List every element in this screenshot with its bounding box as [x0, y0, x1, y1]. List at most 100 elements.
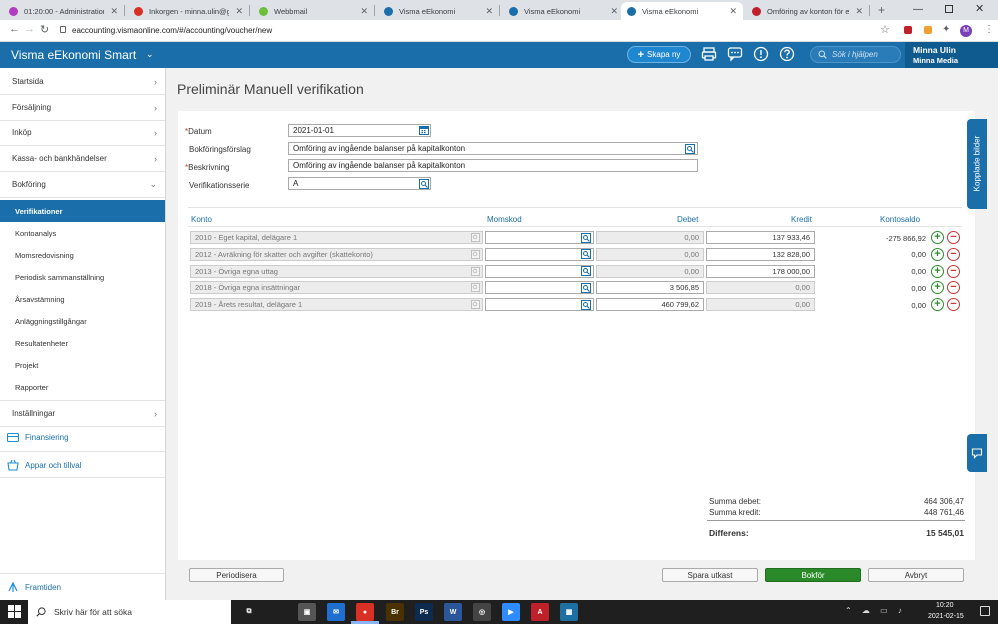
window-minimize-icon[interactable]: — — [913, 4, 923, 15]
book-button[interactable]: Bokför — [765, 568, 861, 582]
browser-tab[interactable]: Webbmail ✕ — [253, 2, 374, 20]
back-icon[interactable]: ← — [9, 23, 20, 35]
add-row-icon[interactable]: + — [931, 264, 944, 278]
acrobat-icon[interactable]: A — [531, 603, 549, 621]
sidebar-item-settings[interactable]: Inställningar › — [0, 401, 165, 426]
extension-icon[interactable] — [904, 26, 912, 34]
browser-menu-icon[interactable]: ⋮ — [984, 24, 994, 35]
browser-tab[interactable]: Visma eEkonomi ✕ — [378, 2, 499, 20]
account-cell[interactable]: 2019 - Årets resultat, delägare 1 — [190, 298, 483, 312]
sidebar-item-finance[interactable]: Finansiering — [7, 432, 69, 443]
series-input[interactable]: A — [288, 177, 431, 190]
series-lookup-icon[interactable] — [419, 179, 429, 189]
vat-lookup-icon[interactable] — [581, 266, 591, 277]
remote-icon[interactable]: ◎ — [473, 603, 491, 621]
tab-close-icon[interactable]: ✕ — [360, 6, 368, 17]
sidebar-subitem[interactable]: Verifikationer — [0, 200, 165, 222]
taskbar-search-input[interactable]: Skriv här för att söka — [28, 600, 231, 624]
debit-input[interactable]: 0,00 — [596, 264, 704, 278]
clock-time[interactable]: 10:20 — [936, 602, 954, 609]
new-tab-button[interactable]: + — [878, 3, 885, 17]
debit-input[interactable]: 460 799,62 — [596, 298, 704, 312]
profile-avatar[interactable]: M — [960, 25, 972, 37]
proposal-lookup-icon[interactable] — [685, 144, 695, 154]
proposal-input[interactable]: Omföring av ingående balanser på kapital… — [288, 142, 698, 155]
clock-date[interactable]: 2021-02-15 — [928, 613, 964, 620]
tab-close-icon[interactable]: ✕ — [235, 6, 243, 17]
vat-code-input[interactable] — [485, 264, 594, 278]
tab-close-icon[interactable]: ✕ — [110, 6, 118, 17]
vat-code-input[interactable] — [485, 281, 594, 295]
vat-lookup-icon[interactable] — [581, 282, 591, 293]
store-icon[interactable]: ▣ — [298, 603, 316, 621]
account-cell[interactable]: 2018 - Övriga egna insättningar — [190, 281, 483, 295]
periodize-button[interactable]: Periodisera — [189, 568, 284, 582]
browser-tab[interactable]: Visma eEkonomi ✕ — [503, 2, 624, 20]
chat-button[interactable] — [967, 434, 987, 472]
reload-icon[interactable]: ↻ — [40, 23, 49, 36]
bookmark-star-icon[interactable]: ☆ — [880, 23, 890, 36]
add-row-icon[interactable]: + — [931, 247, 944, 261]
date-input[interactable]: 2021-01-01 — [288, 124, 431, 137]
debit-input[interactable]: 3 506,85 — [596, 281, 704, 295]
sidebar-subitem[interactable]: Anläggningstillgångar — [0, 310, 165, 332]
create-new-button[interactable]: + Skapa ny — [627, 46, 691, 63]
description-input[interactable]: Omföring av ingående balanser på kapital… — [288, 159, 698, 172]
account-cell[interactable]: 2010 - Eget kapital, delägare 1 — [190, 231, 483, 244]
photoshop-icon[interactable]: Ps — [415, 603, 433, 621]
credit-input[interactable]: 0,00 — [706, 298, 815, 312]
window-close-icon[interactable]: ✕ — [975, 2, 984, 15]
rss-icon[interactable] — [924, 26, 932, 34]
app-title[interactable]: Visma eEkonomi Smart — [11, 48, 136, 62]
alert-icon[interactable] — [753, 46, 769, 62]
browser-tab[interactable]: Visma eEkonomi ✕ — [621, 2, 743, 20]
browser-tab[interactable]: 01:20:00 - Administration · ✕ — [3, 2, 124, 20]
sidebar-item-bokforing[interactable]: Bokföring ⌄ — [0, 172, 165, 197]
credit-input[interactable]: 178 000,00 — [706, 264, 815, 278]
sidebar-subitem[interactable]: Periodisk sammanställning — [0, 266, 165, 288]
vat-lookup-icon[interactable] — [581, 249, 591, 260]
help-search-input[interactable]: Sök i hjälpen — [810, 46, 901, 63]
user-name[interactable]: Minna Ulin — [913, 45, 956, 55]
sidebar-item-apps[interactable]: Appar och tillval — [7, 459, 81, 471]
remove-row-icon[interactable]: − — [947, 264, 960, 278]
sidebar-subitem[interactable]: Resultatenheter — [0, 332, 165, 354]
sidebar-subitem[interactable]: Projekt — [0, 354, 165, 376]
tab-close-icon[interactable]: ✕ — [610, 6, 618, 17]
browser-tab[interactable]: Omföring av konton för eg ✕ — [746, 2, 869, 20]
account-cell[interactable]: 2013 - Övriga egna uttag — [190, 264, 483, 278]
windows-start-icon[interactable] — [8, 605, 21, 618]
mail-icon[interactable]: ✉ — [327, 603, 345, 621]
debit-input[interactable]: 0,00 — [596, 231, 704, 244]
vat-code-input[interactable] — [485, 247, 594, 261]
browser-tab[interactable]: Inkorgen - minna.ulin@gm ✕ — [128, 2, 249, 20]
puzzle-icon[interactable]: ✦ — [942, 24, 950, 35]
sidebar-subitem[interactable]: Rapporter — [0, 376, 165, 398]
vat-lookup-icon[interactable] — [581, 232, 591, 243]
bridge-icon[interactable]: Br — [386, 603, 404, 621]
url-field[interactable]: eaccounting.vismaonline.com/#/accounting… — [72, 26, 272, 35]
tab-close-icon[interactable]: ✕ — [485, 6, 493, 17]
credit-input[interactable]: 137 933,46 — [706, 231, 815, 244]
sidebar-item-startsida[interactable]: Startsida › — [0, 69, 165, 94]
company-name[interactable]: Minna Media — [913, 56, 958, 65]
app-switch-chevron-icon[interactable]: ⌄ — [146, 49, 154, 60]
sidebar-subitem[interactable]: Kontoanalys — [0, 222, 165, 244]
forward-icon[interactable]: → — [24, 23, 35, 35]
remove-row-icon[interactable]: − — [947, 231, 960, 244]
credit-input[interactable]: 0,00 — [706, 281, 815, 295]
tab-close-icon[interactable]: ✕ — [855, 6, 863, 17]
cancel-button[interactable]: Avbryt — [868, 568, 964, 582]
calendar-icon[interactable] — [419, 125, 429, 135]
add-row-icon[interactable]: + — [931, 231, 944, 244]
vat-lookup-icon[interactable] — [581, 299, 591, 310]
remove-row-icon[interactable]: − — [947, 247, 960, 261]
sidebar-subitem[interactable]: Årsavstämning — [0, 288, 165, 310]
debit-input[interactable]: 0,00 — [596, 247, 704, 261]
save-draft-button[interactable]: Spara utkast — [662, 568, 758, 582]
account-cell[interactable]: 2012 - Avräkning för skatter och avgifte… — [190, 247, 483, 261]
sidebar-subitem[interactable]: Momsredovisning — [0, 244, 165, 266]
sidebar-item-kassa-bank[interactable]: Kassa- och bankhändelser › — [0, 146, 165, 171]
credit-input[interactable]: 132 828,00 — [706, 247, 815, 261]
task-view-icon[interactable]: ⧉ — [240, 603, 258, 621]
